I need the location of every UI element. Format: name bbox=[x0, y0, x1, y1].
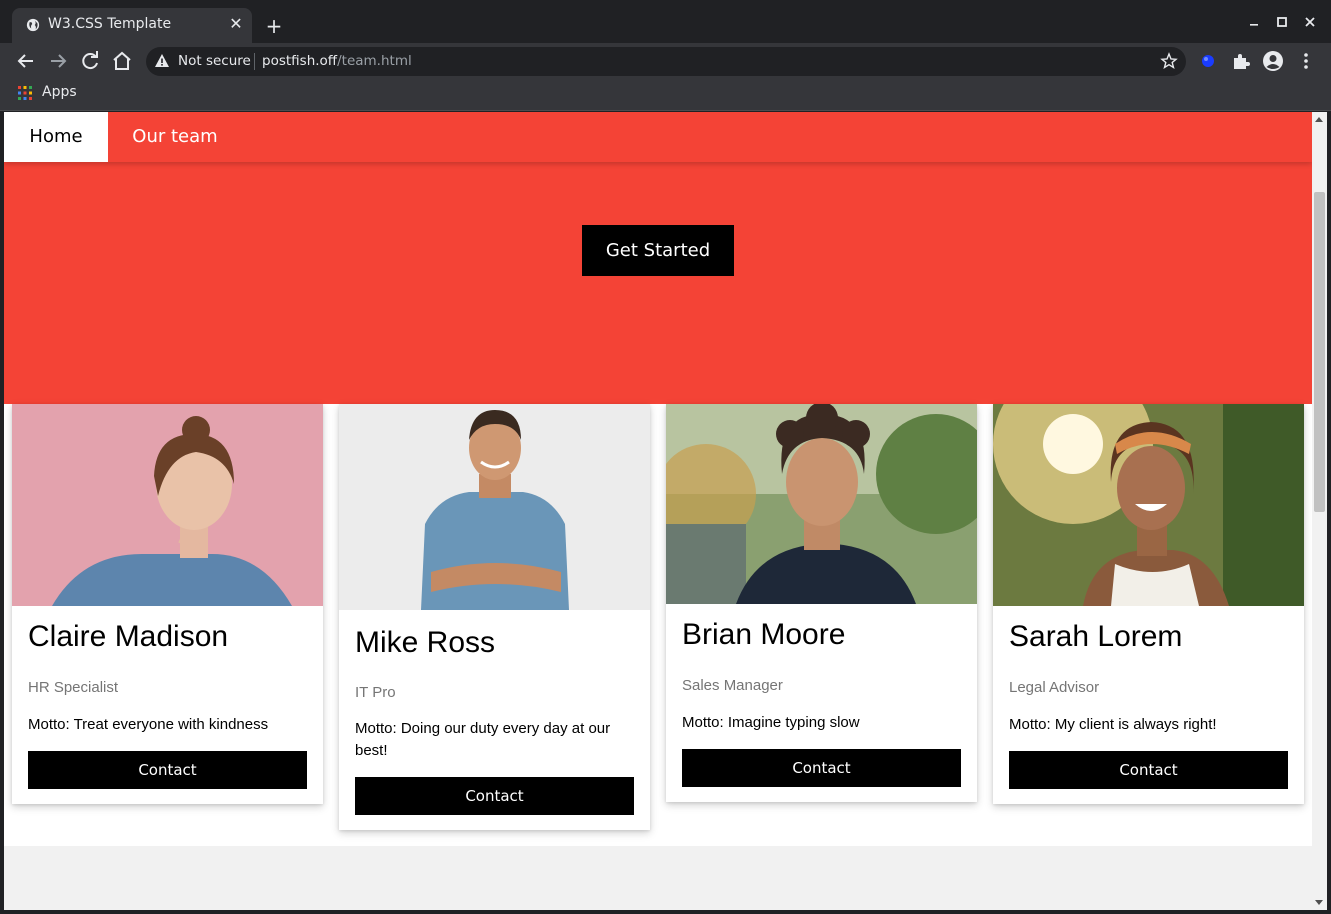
nav-team-link[interactable]: Our team bbox=[108, 112, 242, 162]
forward-icon[interactable] bbox=[46, 49, 70, 73]
url-host: postfish.off bbox=[262, 53, 338, 69]
member-title: Sales Manager bbox=[682, 677, 783, 694]
profile-icon[interactable] bbox=[1262, 50, 1284, 72]
address-bar[interactable]: Not secure postfish.off/team.html bbox=[146, 47, 1186, 76]
team-card: Mike Ross IT Pro Motto: Doing our duty e… bbox=[339, 404, 650, 830]
member-title: HR Specialist bbox=[28, 679, 119, 696]
member-motto: Motto: Imagine typing slow bbox=[682, 714, 860, 731]
member-motto: Motto: My client is always right! bbox=[1009, 716, 1217, 733]
close-tab-icon[interactable]: ✕ bbox=[228, 16, 244, 32]
team-photo-claire bbox=[12, 404, 323, 606]
vertical-scrollbar[interactable] bbox=[1312, 112, 1327, 910]
team-photo-mike bbox=[339, 404, 650, 610]
team-card: Sarah Lorem Legal Advisor Motto: My clie… bbox=[993, 404, 1304, 804]
browser-toolbar: Not secure postfish.off/team.html bbox=[0, 43, 1331, 80]
top-navbar: Home Our team bbox=[4, 112, 1312, 162]
globe-icon bbox=[26, 18, 40, 32]
page-viewport: Meet Our Team Get Started Home Our team bbox=[4, 112, 1312, 910]
contact-button[interactable]: Contact bbox=[1009, 751, 1288, 789]
warning-icon[interactable] bbox=[154, 53, 170, 69]
member-name: Brian Moore bbox=[682, 618, 846, 651]
back-icon[interactable] bbox=[14, 49, 38, 73]
member-name: Mike Ross bbox=[355, 626, 496, 659]
member-name: Claire Madison bbox=[28, 620, 229, 653]
member-title: Legal Advisor bbox=[1009, 679, 1100, 696]
tab-title: W3.CSS Template bbox=[48, 16, 172, 32]
extension-icon[interactable] bbox=[1197, 50, 1219, 72]
url-text[interactable]: postfish.off/team.html bbox=[262, 53, 412, 69]
browser-tab[interactable]: W3.CSS Template ✕ bbox=[12, 8, 252, 43]
minimize-icon[interactable] bbox=[1244, 12, 1264, 32]
close-window-icon[interactable] bbox=[1300, 12, 1320, 32]
url-path: /team.html bbox=[337, 53, 412, 69]
bookmarks-bar: Apps bbox=[0, 80, 1331, 111]
bookmark-star-icon[interactable] bbox=[1160, 52, 1178, 70]
team-photo-sarah bbox=[993, 404, 1304, 606]
team-section: Claire Madison HR Specialist Motto: Trea… bbox=[4, 404, 1312, 846]
scroll-down-arrow-icon[interactable] bbox=[1315, 900, 1323, 905]
contact-button[interactable]: Contact bbox=[355, 777, 634, 815]
scroll-up-arrow-icon[interactable] bbox=[1315, 117, 1323, 122]
new-tab-icon[interactable]: + bbox=[264, 16, 284, 36]
member-motto: Motto: Doing our duty every day at our b… bbox=[355, 720, 611, 759]
contact-button[interactable]: Contact bbox=[28, 751, 307, 789]
tab-strip: W3.CSS Template ✕ + bbox=[0, 0, 1331, 43]
nav-home-link[interactable]: Home bbox=[4, 112, 108, 162]
member-title: IT Pro bbox=[355, 684, 396, 701]
contact-button[interactable]: Contact bbox=[682, 749, 961, 787]
member-name: Sarah Lorem bbox=[1009, 620, 1183, 653]
puzzle-icon[interactable] bbox=[1230, 50, 1252, 72]
team-photo-brian bbox=[666, 404, 977, 604]
member-motto: Motto: Treat everyone with kindness bbox=[28, 716, 269, 733]
home-icon[interactable] bbox=[110, 49, 134, 73]
apps-grid-icon[interactable] bbox=[18, 86, 32, 100]
maximize-icon[interactable] bbox=[1272, 12, 1292, 32]
omnibox-divider bbox=[254, 53, 255, 70]
team-card: Claire Madison HR Specialist Motto: Trea… bbox=[12, 404, 323, 804]
get-started-button[interactable]: Get Started bbox=[582, 225, 734, 276]
apps-bookmark[interactable]: Apps bbox=[42, 84, 77, 100]
team-card: Brian Moore Sales Manager Motto: Imagine… bbox=[666, 404, 977, 802]
menu-kebab-icon[interactable] bbox=[1295, 50, 1317, 72]
scrollbar-thumb[interactable] bbox=[1314, 192, 1325, 512]
reload-icon[interactable] bbox=[78, 49, 102, 73]
security-label[interactable]: Not secure bbox=[178, 53, 251, 69]
